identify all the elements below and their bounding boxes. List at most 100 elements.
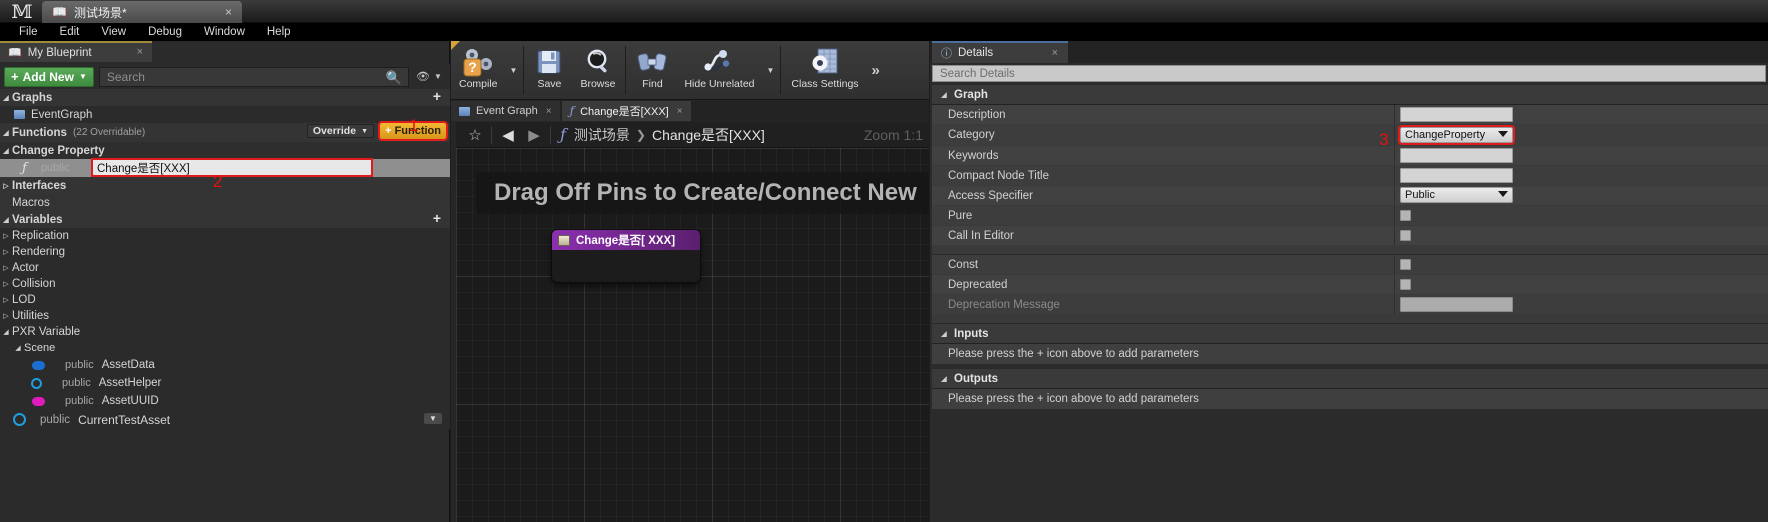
- tree-item-variable[interactable]: public AssetHelper: [0, 374, 450, 392]
- my-blueprint-search-input[interactable]: Search 🔍: [98, 66, 409, 87]
- browse-label: Browse: [580, 78, 616, 90]
- tab-change-function-close-icon[interactable]: ×: [677, 106, 683, 117]
- class-settings-button[interactable]: Class Settings: [783, 41, 866, 99]
- tree-category-rendering[interactable]: ▷ Rendering: [0, 244, 450, 260]
- menu-item-edit[interactable]: Edit: [49, 23, 91, 41]
- menu-item-help[interactable]: Help: [256, 23, 302, 41]
- tree-category-replication[interactable]: ▷ Replication: [0, 228, 450, 244]
- document-tab-label: 测试场景*: [73, 5, 127, 20]
- menu-item-window[interactable]: Window: [193, 23, 256, 41]
- call-in-editor-checkbox[interactable]: [1400, 230, 1411, 241]
- const-checkbox[interactable]: [1400, 259, 1411, 270]
- favorite-star-icon[interactable]: ☆: [462, 126, 488, 144]
- access-specifier-value: Public: [1405, 189, 1435, 201]
- tree-item-variable[interactable]: public AssetUUID: [0, 392, 450, 410]
- tab-change-function[interactable]: ƒ Change是否[XXX] ×: [561, 101, 691, 121]
- details-column-divider: [1394, 226, 1395, 245]
- function-fx-icon: ƒ: [22, 160, 27, 176]
- forward-arrow-icon[interactable]: ▶: [521, 126, 547, 144]
- toolbar-separator: [523, 46, 525, 94]
- menu-item-file[interactable]: File: [8, 23, 49, 41]
- category-select[interactable]: ChangeProperty: [1398, 125, 1515, 145]
- exec-output-pin-icon[interactable]: [683, 255, 692, 269]
- variable-value-dropdown[interactable]: ▼: [424, 413, 442, 424]
- details-section-inputs[interactable]: ◢ Inputs: [932, 324, 1768, 344]
- functions-overridable-count: (22 Overridable): [72, 127, 146, 138]
- tree-section-macros[interactable]: Macros: [0, 194, 450, 211]
- triangle-collapsed-icon: ▷: [3, 281, 9, 288]
- document-tab[interactable]: 📖 测试场景* ×: [42, 1, 242, 23]
- tree-item-eventgraph[interactable]: EventGraph: [0, 106, 450, 123]
- tree-section-variables[interactable]: ◢ Variables +: [0, 211, 450, 228]
- tree-category-actor[interactable]: ▷ Actor: [0, 260, 450, 276]
- compact-node-title-input[interactable]: [1400, 168, 1513, 183]
- tab-details-close-icon[interactable]: ×: [1052, 47, 1058, 59]
- compile-options-chevron-icon[interactable]: ▼: [506, 41, 522, 99]
- toolbar-overflow-icon[interactable]: »: [867, 41, 885, 99]
- tree-group-change-property[interactable]: ◢ Change Property: [0, 142, 450, 159]
- hide-unrelated-button[interactable]: Hide Unrelated: [676, 41, 762, 99]
- blueprint-function-node[interactable]: Change是否[ XXX]: [552, 230, 700, 282]
- search-placeholder: Search: [106, 69, 145, 84]
- tree-section-functions[interactable]: ◢ Functions (22 Overridable) Override ▼ …: [0, 121, 450, 142]
- override-dropdown-button[interactable]: Override ▼: [306, 124, 374, 138]
- tree-category-scene[interactable]: ◢ Scene: [0, 340, 450, 356]
- details-section-graph[interactable]: ◢ Graph: [932, 85, 1768, 105]
- details-section-outputs[interactable]: ◢ Outputs: [932, 369, 1768, 389]
- add-variable-button[interactable]: +: [430, 211, 444, 226]
- menu-item-debug[interactable]: Debug: [137, 23, 193, 41]
- tab-event-graph[interactable]: Event Graph ×: [451, 101, 560, 121]
- add-graph-button[interactable]: +: [430, 89, 444, 104]
- tree-group-change-property-label: Change Property: [12, 144, 105, 157]
- tree-section-interfaces[interactable]: ▷ Interfaces: [0, 177, 450, 194]
- override-label: Override: [312, 125, 357, 137]
- document-tab-close-icon[interactable]: ×: [225, 5, 232, 19]
- variable-name-label: AssetHelper: [98, 377, 162, 389]
- breadcrumb-separator: [491, 125, 492, 144]
- breadcrumb-root[interactable]: 测试场景: [574, 125, 630, 145]
- details-property-list: ◢ Graph Description Category ChangePrope…: [932, 85, 1768, 522]
- save-button[interactable]: Save: [526, 41, 572, 99]
- browse-button[interactable]: Browse: [572, 41, 623, 99]
- details-search-input[interactable]: Search Details: [932, 65, 1766, 82]
- details-label-category: Category: [948, 129, 995, 141]
- variable-type-pill-icon: [32, 360, 45, 370]
- triangle-expanded-icon: ◢: [3, 329, 9, 336]
- search-icon[interactable]: 🔍: [386, 70, 402, 86]
- back-arrow-icon[interactable]: ◀: [495, 126, 521, 144]
- access-specifier-select[interactable]: Public: [1400, 187, 1513, 203]
- menu-item-view[interactable]: View: [90, 23, 137, 41]
- tree-category-utilities[interactable]: ▷ Utilities: [0, 308, 450, 324]
- keywords-input[interactable]: [1400, 148, 1513, 163]
- variable-name-label: CurrentTestAsset: [78, 412, 171, 427]
- variable-type-ring-icon: [31, 377, 42, 389]
- triangle-expanded-icon: ◢: [3, 216, 9, 224]
- tree-section-graphs[interactable]: ◢ Graphs +: [0, 89, 450, 106]
- tree-item-function-rename-row[interactable]: ƒ public Change是否[XXX]: [0, 158, 450, 177]
- graph-icon: [14, 110, 25, 119]
- tree-item-variable[interactable]: public AssetData: [0, 356, 450, 374]
- my-blueprint-panel: 📖 My Blueprint × + Add New ▼ Search 🔍 👁 …: [0, 41, 450, 522]
- tab-details[interactable]: ⓘ Details ×: [932, 41, 1068, 63]
- details-label-deprecation-message: Deprecation Message: [948, 298, 1060, 311]
- chevron-down-icon: ▼: [78, 72, 87, 81]
- tree-category-pxr-variable[interactable]: ◢ PXR Variable: [0, 324, 450, 340]
- tab-my-blueprint-close-icon[interactable]: ×: [137, 46, 143, 58]
- tree-category-collision[interactable]: ▷ Collision: [0, 276, 450, 292]
- variable-name-label: AssetUUID: [101, 395, 159, 407]
- graph-canvas[interactable]: Drag Off Pins to Create/Connect New Chan…: [456, 148, 929, 522]
- tab-event-graph-close-icon[interactable]: ×: [546, 106, 552, 117]
- description-input[interactable]: [1400, 107, 1513, 122]
- deprecated-checkbox[interactable]: [1400, 279, 1411, 290]
- chevron-down-icon[interactable]: ▼: [434, 67, 446, 87]
- visibility-eye-icon[interactable]: 👁: [412, 67, 434, 87]
- tree-item-variable[interactable]: public CurrentTestAsset ▼: [0, 410, 450, 429]
- function-rename-input[interactable]: Change是否[XXX]: [91, 158, 373, 177]
- find-button[interactable]: Find: [628, 41, 676, 99]
- tab-my-blueprint[interactable]: 📖 My Blueprint ×: [0, 41, 152, 62]
- tree-category-lod[interactable]: ▷ LOD: [0, 292, 450, 308]
- hide-unrelated-options-chevron-icon[interactable]: ▼: [763, 41, 779, 99]
- binoculars-icon: [636, 46, 668, 77]
- add-new-button[interactable]: + Add New ▼: [4, 66, 94, 87]
- pure-checkbox[interactable]: [1400, 210, 1411, 221]
